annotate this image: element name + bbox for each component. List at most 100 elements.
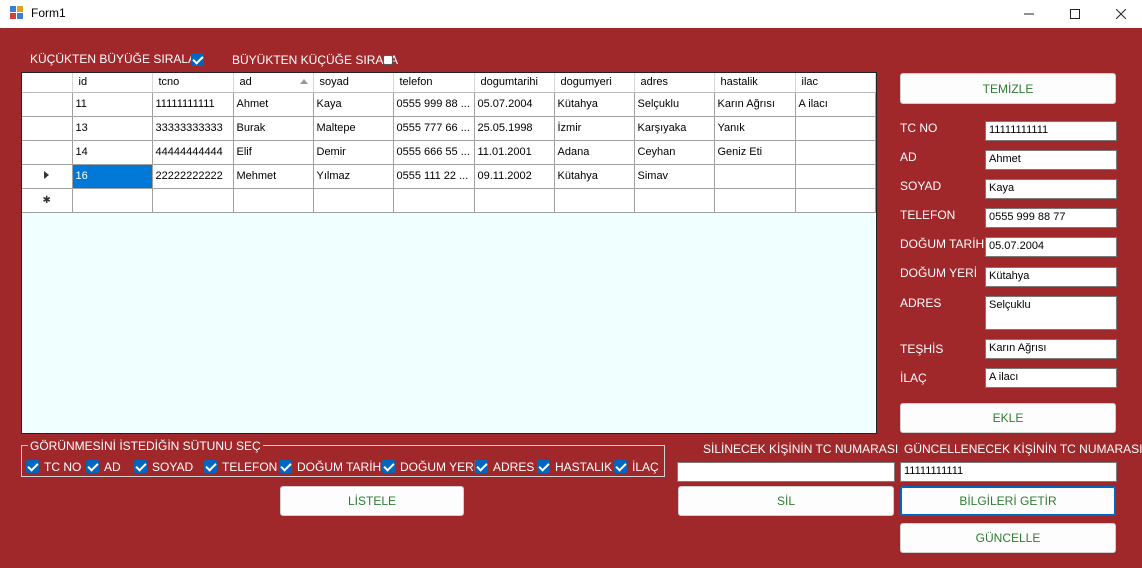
- cell-ilac[interactable]: A ilacı: [795, 92, 876, 117]
- show-dogum-tarihi-checkbox[interactable]: [279, 460, 292, 473]
- new-cell[interactable]: [554, 188, 635, 213]
- ekle-button[interactable]: EKLE: [900, 403, 1116, 433]
- cell-tcno[interactable]: 22222222222: [152, 164, 234, 189]
- maximize-button[interactable]: [1052, 0, 1098, 28]
- adres-textarea[interactable]: Selçuklu: [985, 296, 1117, 330]
- column-header-hastalik[interactable]: hastalik: [714, 73, 796, 93]
- cell-soyad[interactable]: Yılmaz: [313, 164, 394, 189]
- table-row-current[interactable]: 16 22222222222 Mehmet Yılmaz 0555 111 22…: [22, 164, 876, 189]
- column-header-ilac[interactable]: ilac: [795, 73, 876, 93]
- cell-adres[interactable]: Ceyhan: [634, 140, 715, 165]
- ilac-input[interactable]: A ilacı: [985, 368, 1117, 388]
- guncelle-button[interactable]: GÜNCELLE: [900, 523, 1116, 553]
- cell-telefon[interactable]: 0555 666 55 ...: [393, 140, 475, 165]
- cell-dogumtarihi[interactable]: 11.01.2001: [474, 140, 555, 165]
- cell-ilac[interactable]: [795, 140, 876, 165]
- teshis-input[interactable]: Karın Ağrısı: [985, 339, 1117, 359]
- tc-input[interactable]: 11111111111: [985, 121, 1117, 141]
- new-row[interactable]: ✱: [22, 188, 876, 213]
- new-cell[interactable]: [634, 188, 715, 213]
- soyad-input[interactable]: Kaya: [985, 179, 1117, 199]
- telefon-input[interactable]: 0555 999 88 77: [985, 208, 1117, 228]
- row-header[interactable]: [22, 92, 73, 117]
- show-ilac-checkbox[interactable]: [614, 460, 627, 473]
- new-cell[interactable]: [393, 188, 475, 213]
- cell-telefon[interactable]: 0555 777 66 ...: [393, 116, 475, 141]
- cell-dogumyeri[interactable]: Adana: [554, 140, 635, 165]
- table-row[interactable]: 14 44444444444 Elif Demir 0555 666 55 ..…: [22, 140, 876, 165]
- cell-dogumtarihi[interactable]: 05.07.2004: [474, 92, 555, 117]
- listele-button[interactable]: LİSTELE: [280, 486, 464, 516]
- table-row[interactable]: 13 33333333333 Burak Maltepe 0555 777 66…: [22, 116, 876, 141]
- column-header-id[interactable]: id: [72, 73, 153, 93]
- cell-dogumtarihi[interactable]: 25.05.1998: [474, 116, 555, 141]
- new-cell[interactable]: [72, 188, 153, 213]
- column-header-adres[interactable]: adres: [634, 73, 715, 93]
- dogum-tarihi-input[interactable]: 05.07.2004: [985, 237, 1117, 257]
- new-cell[interactable]: [152, 188, 234, 213]
- cell-dogumyeri[interactable]: Kütahya: [554, 92, 635, 117]
- new-row-header[interactable]: ✱: [22, 188, 73, 213]
- new-cell[interactable]: [233, 188, 314, 213]
- cell-id[interactable]: 11: [72, 92, 153, 117]
- column-header-dogumtarihi[interactable]: dogumtarihi: [474, 73, 555, 93]
- new-cell[interactable]: [714, 188, 796, 213]
- row-header[interactable]: [22, 140, 73, 165]
- cell-id-selected[interactable]: 16: [72, 164, 153, 189]
- cell-soyad[interactable]: Kaya: [313, 92, 394, 117]
- show-ad-checkbox[interactable]: [86, 460, 99, 473]
- new-cell[interactable]: [474, 188, 555, 213]
- cell-adres[interactable]: Simav: [634, 164, 715, 189]
- cell-telefon[interactable]: 0555 111 22 ...: [393, 164, 475, 189]
- column-header-telefon[interactable]: telefon: [393, 73, 475, 93]
- show-adres-checkbox[interactable]: [475, 460, 488, 473]
- cell-id[interactable]: 13: [72, 116, 153, 141]
- show-tcno-checkbox[interactable]: [26, 460, 39, 473]
- close-button[interactable]: [1098, 0, 1142, 28]
- dogum-yeri-input[interactable]: Kütahya: [985, 267, 1117, 287]
- cell-telefon[interactable]: 0555 999 88 ...: [393, 92, 475, 117]
- column-header-tcno[interactable]: tcno: [152, 73, 234, 93]
- patients-grid[interactable]: id tcno ad soyad telefon dogumtarihi dog…: [21, 72, 877, 434]
- cell-hastalik[interactable]: Karın Ağrısı: [714, 92, 796, 117]
- cell-dogumtarihi[interactable]: 09.11.2002: [474, 164, 555, 189]
- cell-soyad[interactable]: Demir: [313, 140, 394, 165]
- delete-tc-input[interactable]: [677, 462, 895, 482]
- row-header[interactable]: [22, 116, 73, 141]
- cell-tcno[interactable]: 11111111111: [152, 92, 234, 117]
- cell-dogumyeri[interactable]: İzmir: [554, 116, 635, 141]
- column-header-dogumyeri[interactable]: dogumyeri: [554, 73, 635, 93]
- ad-input[interactable]: Ahmet: [985, 150, 1117, 170]
- column-header-soyad[interactable]: soyad: [313, 73, 394, 93]
- cell-tcno[interactable]: 33333333333: [152, 116, 234, 141]
- cell-ad[interactable]: Burak: [233, 116, 314, 141]
- new-cell[interactable]: [313, 188, 394, 213]
- cell-soyad[interactable]: Maltepe: [313, 116, 394, 141]
- cell-adres[interactable]: Selçuklu: [634, 92, 715, 117]
- cell-dogumyeri[interactable]: Kütahya: [554, 164, 635, 189]
- cell-ad[interactable]: Mehmet: [233, 164, 314, 189]
- bilgileri-getir-button[interactable]: BİLGİLERİ GETİR: [900, 486, 1116, 516]
- sort-desc-checkbox[interactable]: [383, 55, 393, 65]
- cell-ilac[interactable]: [795, 164, 876, 189]
- show-hastalik-checkbox[interactable]: [537, 460, 550, 473]
- cell-ilac[interactable]: [795, 116, 876, 141]
- cell-ad[interactable]: Elif: [233, 140, 314, 165]
- cell-hastalik[interactable]: Yanık: [714, 116, 796, 141]
- sil-button[interactable]: SİL: [678, 486, 894, 516]
- sort-asc-checkbox[interactable]: [191, 53, 204, 66]
- temizle-button[interactable]: TEMİZLE: [900, 73, 1116, 104]
- show-dogum-yeri-checkbox[interactable]: [382, 460, 395, 473]
- table-row[interactable]: 11 11111111111 Ahmet Kaya 0555 999 88 ..…: [22, 92, 876, 117]
- column-header-ad[interactable]: ad: [233, 73, 314, 93]
- cell-ad[interactable]: Ahmet: [233, 92, 314, 117]
- show-soyad-checkbox[interactable]: [134, 460, 147, 473]
- minimize-button[interactable]: [1006, 0, 1052, 28]
- cell-hastalik[interactable]: [714, 164, 796, 189]
- show-telefon-checkbox[interactable]: [204, 460, 217, 473]
- update-tc-input[interactable]: 11111111111: [900, 462, 1117, 482]
- cell-adres[interactable]: Karşıyaka: [634, 116, 715, 141]
- cell-tcno[interactable]: 44444444444: [152, 140, 234, 165]
- new-cell[interactable]: [795, 188, 876, 213]
- cell-hastalik[interactable]: Geniz Eti: [714, 140, 796, 165]
